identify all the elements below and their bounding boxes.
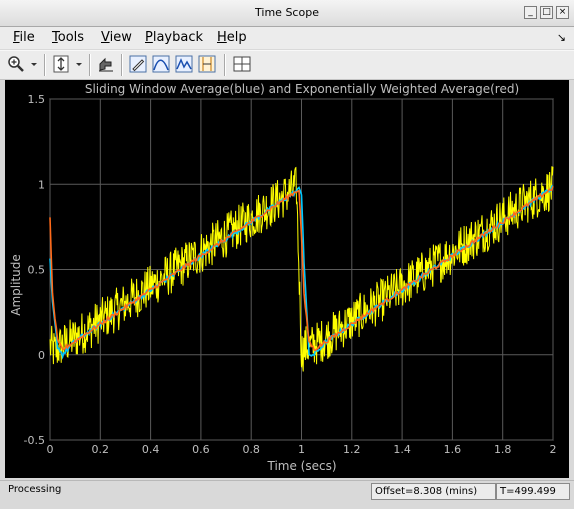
menu-tools-label: ools xyxy=(57,30,85,45)
title-bar: Time Scope _ □ × xyxy=(0,0,574,27)
zoom-in-icon[interactable] xyxy=(6,54,26,74)
x-tick-label: 1.2 xyxy=(343,443,361,456)
scale-dropdown-arrow-icon[interactable] xyxy=(73,54,85,74)
restore-view-icon[interactable] xyxy=(96,54,116,74)
close-button[interactable]: × xyxy=(556,6,569,19)
menu-view[interactable]: View xyxy=(101,30,132,45)
menu-playback[interactable]: Playback xyxy=(145,30,203,45)
x-tick-label: 0.8 xyxy=(242,443,260,456)
status-text: Processing xyxy=(8,484,62,495)
x-tick-label: 0.4 xyxy=(142,443,160,456)
toolbar xyxy=(0,50,574,80)
peak-finder-icon[interactable] xyxy=(174,54,194,74)
menu-bar: File Tools View Playback Help ↘ xyxy=(0,27,574,49)
cursor-measurements-icon[interactable] xyxy=(197,54,217,74)
undock-icon[interactable]: ↘ xyxy=(557,31,566,44)
zoom-dropdown-arrow-icon[interactable] xyxy=(28,54,40,74)
toolbar-separator xyxy=(121,54,123,76)
window-title: Time Scope xyxy=(255,6,319,19)
x-tick-label: 0.6 xyxy=(192,443,210,456)
time-readout: T=499.499 xyxy=(496,483,570,500)
x-axis-label: Time (secs) xyxy=(266,459,336,473)
x-tick-label: 1.8 xyxy=(494,443,512,456)
y-axis-label: Amplitude xyxy=(9,254,23,316)
x-tick-label: 1 xyxy=(298,443,305,456)
menu-file[interactable]: File xyxy=(13,30,35,45)
scope-display[interactable]: 1.5 1 0.5 0 -0.5 2 1.8 1.6 1.4 1.2 1 0.8 0.6 0.4 0.2 0 S… xyxy=(5,80,569,478)
x-tick-label: 0.2 xyxy=(92,443,110,456)
x-tick-label: 0 xyxy=(47,443,54,456)
menu-tools[interactable]: Tools xyxy=(52,30,84,45)
offset-readout: Offset=8.308 (mins) xyxy=(371,483,496,500)
status-bar: Processing Offset=8.308 (mins) T=499.499 xyxy=(0,480,574,509)
menu-help-label: elp xyxy=(226,30,247,45)
x-tick-label: 2 xyxy=(550,443,557,456)
toolbar-separator xyxy=(224,54,226,76)
y-tick-label: 0.5 xyxy=(28,264,46,277)
y-tick-label: 1.5 xyxy=(28,93,46,106)
toolbar-separator xyxy=(44,54,46,76)
highlight-icon[interactable] xyxy=(128,54,148,74)
minimize-button[interactable]: _ xyxy=(524,6,537,19)
menu-help[interactable]: Help xyxy=(217,30,247,45)
toolbar-separator xyxy=(89,54,91,76)
chart-title: Sliding Window Average(blue) and Exponen… xyxy=(85,82,519,96)
y-tick-label: -0.5 xyxy=(24,434,45,447)
menu-playback-mnemonic: P xyxy=(145,30,153,45)
scope-plot: 1.510.50-0.521.81.61.41.210.80.60.40.20S… xyxy=(9,82,557,473)
menu-view-mnemonic: V xyxy=(101,30,110,45)
menu-help-mnemonic: H xyxy=(217,30,227,45)
menu-file-label: ile xyxy=(19,30,35,45)
y-tick-label: 1 xyxy=(38,178,45,191)
y-tick-label: 0 xyxy=(38,349,45,362)
x-tick-label: 1.6 xyxy=(444,443,462,456)
layout-icon[interactable] xyxy=(232,54,252,74)
signal-stats-icon[interactable] xyxy=(151,54,171,74)
menu-playback-label: layback xyxy=(152,30,204,45)
menu-view-label: iew xyxy=(109,30,132,45)
scale-y-icon[interactable] xyxy=(51,54,71,74)
x-tick-label: 1.4 xyxy=(393,443,411,456)
maximize-button[interactable]: □ xyxy=(540,6,553,19)
